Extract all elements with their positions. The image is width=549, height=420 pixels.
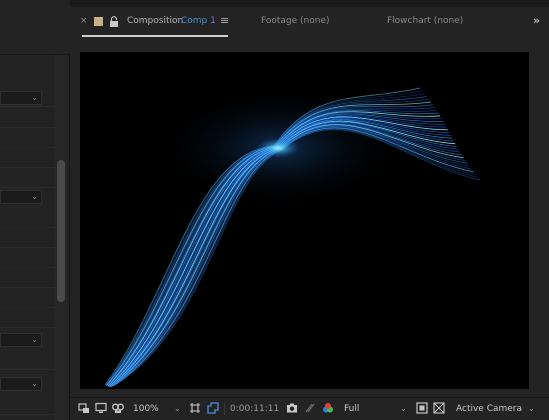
fast-previews-icon[interactable] [416, 402, 428, 414]
left-panel-scroll-thumb[interactable] [57, 160, 65, 302]
property-row [0, 228, 58, 248]
property-row [0, 288, 58, 308]
resolution-chevron-down-icon[interactable]: ⌄ [400, 402, 407, 416]
timecode[interactable]: 0:00:11:11 [230, 402, 279, 416]
property-row [0, 350, 58, 370]
channel-color-icon[interactable] [322, 402, 334, 414]
toggle-grid-icon[interactable] [433, 402, 445, 414]
toolbar-divider [224, 403, 225, 415]
property-row [0, 128, 58, 148]
lock-icon[interactable] [109, 16, 119, 27]
camera-chevron-down-icon[interactable]: ⌄ [528, 402, 535, 416]
zoom-chevron-down-icon[interactable]: ⌄ [174, 402, 181, 416]
property-row [0, 248, 58, 268]
viewer-tab-bar: × Composition Comp 1 ≡ Footage (none) Fl… [70, 7, 549, 37]
composition-viewer[interactable] [80, 52, 529, 389]
snapshot-camera-icon[interactable] [286, 402, 298, 414]
composition-settings-icon[interactable] [78, 402, 90, 414]
left-panel: ⌄ ⌄ ⌄ ⌄ [0, 0, 70, 420]
chevron-down-icon: ⌄ [31, 335, 38, 344]
zoom-level[interactable]: 100% [133, 402, 159, 416]
region-of-interest-icon[interactable] [189, 402, 201, 414]
tab-composition-name[interactable]: Comp 1 [181, 16, 216, 26]
tab-composition-label[interactable]: Composition [127, 16, 183, 26]
fiber-artwork [104, 87, 481, 388]
property-dropdown[interactable]: ⌄ [0, 91, 42, 105]
chevron-down-icon: ⌄ [31, 379, 38, 388]
property-row [0, 148, 58, 168]
chevron-down-icon: ⌄ [31, 93, 38, 102]
left-panel-header [0, 0, 70, 55]
property-row [0, 108, 58, 128]
mask-visibility-icon[interactable] [112, 402, 124, 414]
show-snapshot-icon[interactable] [304, 402, 316, 414]
property-row [0, 395, 58, 415]
property-row [0, 268, 58, 288]
resolution-select[interactable]: Full [344, 402, 359, 416]
property-row [0, 308, 58, 328]
property-row [0, 168, 58, 188]
transparency-grid-icon[interactable] [207, 402, 219, 414]
tab-menu-icon[interactable]: ≡ [220, 14, 229, 27]
property-row [0, 208, 58, 228]
property-dropdown[interactable]: ⌄ [0, 190, 42, 204]
viewer-toolbar: 100% ⌄ 0:00:11:11 Full ⌄ Active Camera ⌄ [70, 397, 549, 420]
property-dropdown[interactable]: ⌄ [0, 333, 42, 347]
close-tab-icon[interactable]: × [80, 16, 88, 26]
tab-footage[interactable]: Footage (none) [261, 16, 330, 26]
tab-flowchart[interactable]: Flowchart (none) [387, 16, 463, 26]
display-icon[interactable] [95, 402, 107, 414]
active-camera-select[interactable]: Active Camera [456, 402, 522, 416]
label-color-swatch[interactable] [94, 17, 103, 26]
property-dropdown[interactable]: ⌄ [0, 377, 42, 391]
chevron-down-icon: ⌄ [31, 192, 38, 201]
tab-overflow-icon[interactable]: » [533, 14, 540, 27]
panel-gap [70, 0, 549, 7]
